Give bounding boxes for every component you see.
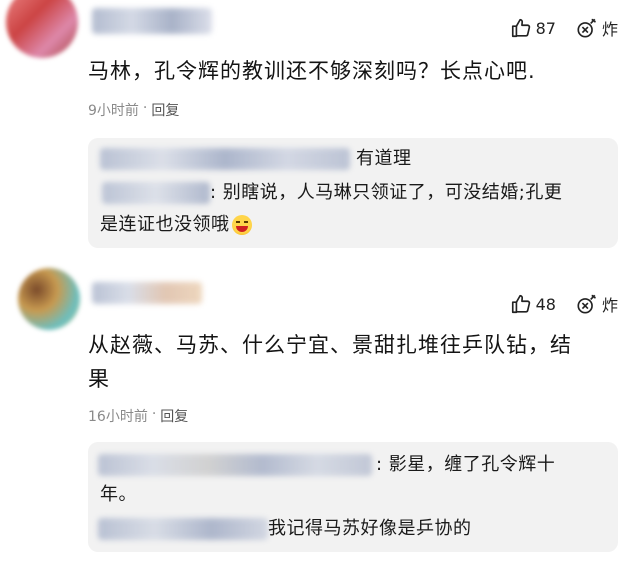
username-blurred[interactable]	[92, 282, 202, 304]
comment-actions: 48 炸	[510, 292, 618, 316]
avatar[interactable]	[6, 0, 78, 58]
blast-button[interactable]: 炸	[576, 292, 618, 316]
username-blurred[interactable]	[92, 8, 212, 34]
reply-username-blurred[interactable]	[102, 182, 210, 204]
laughing-emoji-icon	[231, 215, 252, 235]
blast-button[interactable]: 炸	[576, 16, 618, 40]
reply-text: 年。	[100, 484, 137, 505]
comment-1: 87 炸 马林，孔令辉的教训还不够深刻吗？长点心吧. 9小时前 · 回复 有道理…	[0, 0, 640, 260]
like-button[interactable]: 48	[510, 293, 556, 315]
comment-meta: 16小时前 · 回复	[88, 406, 188, 426]
comment-text: 从赵薇、马苏、什么宁宜、景甜扎堆往乒队钻，结 果	[88, 328, 614, 396]
avatar[interactable]	[18, 268, 80, 330]
comment-text-line: 从赵薇、马苏、什么宁宜、景甜扎堆往乒队钻，结	[88, 333, 572, 357]
reply-thread[interactable]: 有道理 : 别瞎说，人马琳只领证了，可没结婚;孔更 是连证也没领哦	[88, 138, 618, 248]
blast-label: 炸	[601, 20, 618, 39]
thumb-up-icon	[511, 294, 530, 314]
timestamp: 16小时前	[88, 409, 148, 425]
timestamp: 9小时前	[88, 103, 139, 119]
reply-link[interactable]: 回复	[160, 406, 188, 426]
comment-meta: 9小时前 · 回复	[88, 100, 179, 120]
like-count: 87	[535, 18, 556, 38]
thumb-up-icon	[511, 18, 530, 38]
bomb-icon	[577, 294, 596, 314]
separator: ·	[142, 100, 148, 116]
reply-text: : 别瞎说，人马琳只领证了，可没结婚;孔更	[210, 182, 563, 203]
reply-text: 是连证也没领哦	[100, 210, 252, 240]
blast-label: 炸	[601, 296, 618, 315]
like-button[interactable]: 87	[510, 17, 556, 39]
comment-actions: 87 炸	[510, 16, 618, 40]
reply-text-line: 是连证也没领哦	[100, 214, 230, 235]
reply-link[interactable]: 回复	[151, 100, 179, 120]
comment-text: 马林，孔令辉的教训还不够深刻吗？长点心吧.	[88, 59, 536, 83]
separator: ·	[151, 406, 157, 422]
reply-username-blurred[interactable]	[100, 148, 350, 170]
reply-username-blurred[interactable]	[98, 518, 268, 540]
reply-text: 有道理	[356, 148, 412, 169]
comment-text-line: 果	[88, 367, 110, 391]
reply-text: : 影星，缠了孔令辉十	[376, 454, 556, 475]
like-count: 48	[535, 294, 556, 314]
comment-2: 48 炸 从赵薇、马苏、什么宁宜、景甜扎堆往乒队钻，结 果 16小时前 · 回复…	[0, 262, 640, 563]
reply-text: 我记得马苏好像是乒协的	[268, 518, 472, 539]
reply-username-blurred[interactable]	[98, 454, 372, 476]
bomb-icon	[577, 18, 596, 38]
reply-thread[interactable]: : 影星，缠了孔令辉十 年。 我记得马苏好像是乒协的	[88, 442, 618, 552]
